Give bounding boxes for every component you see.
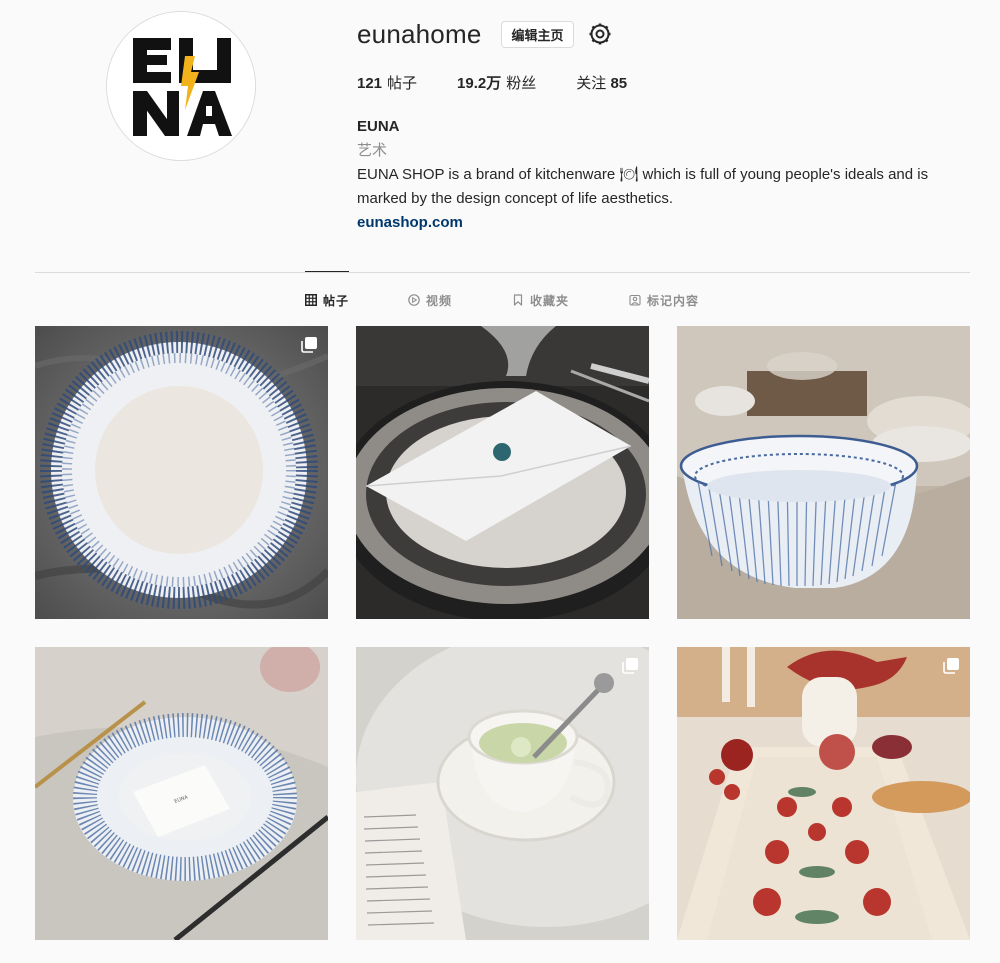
profile-info: eunahome 编辑主页 121 帖子 19.2万 粉丝 关注 85 EUNA… (357, 18, 977, 235)
profile-avatar[interactable] (106, 11, 256, 161)
profile-display-name: EUNA (357, 118, 400, 135)
tab-saved[interactable]: 收藏夹 (512, 292, 569, 308)
tab-tagged[interactable]: 标记内容 (629, 292, 699, 308)
post-tile[interactable]: EUNA (35, 647, 328, 940)
post-tile[interactable] (677, 326, 970, 619)
active-tab-indicator (305, 271, 349, 272)
multiple-posts-icon (943, 658, 959, 674)
bookmark-icon (513, 294, 523, 306)
followers-count[interactable]: 19.2万 粉丝 (457, 72, 536, 93)
post-tile[interactable] (35, 326, 328, 619)
tab-posts-label: 帖子 (323, 293, 350, 308)
post-photo-envelope (356, 326, 649, 619)
post-photo-plate (35, 326, 328, 619)
grid-icon (305, 294, 317, 306)
multiple-posts-icon (301, 337, 317, 353)
profile-bio: EUNA 艺术 EUNA SHOP is a brand of kitchenw… (357, 115, 977, 235)
tabs-divider (35, 272, 970, 273)
play-icon (408, 294, 420, 306)
tab-tagged-label: 标记内容 (647, 293, 700, 308)
posts-count: 121 帖子 (357, 75, 418, 92)
post-tile[interactable] (356, 647, 649, 940)
post-tile[interactable] (677, 647, 970, 940)
tab-saved-label: 收藏夹 (530, 293, 570, 308)
post-photo-bowl (677, 326, 970, 619)
multiple-posts-icon (622, 658, 638, 674)
tag-person-icon (629, 294, 641, 306)
tab-videos[interactable]: 视频 (408, 292, 452, 308)
tab-videos-label: 视频 (426, 293, 453, 308)
post-photo-teacup (356, 647, 649, 940)
post-tile[interactable] (356, 326, 649, 619)
following-count[interactable]: 关注 85 (576, 72, 627, 93)
edit-profile-button[interactable]: 编辑主页 (501, 20, 574, 48)
post-photo-plate-card: EUNA (35, 647, 328, 940)
settings-gear-icon[interactable] (588, 22, 612, 46)
tab-posts[interactable]: 帖子 (305, 292, 349, 308)
euna-logo (107, 12, 255, 160)
profile-category: 艺术 (357, 142, 388, 159)
profile-title-row: eunahome 编辑主页 (357, 18, 977, 50)
profile-username: eunahome (357, 18, 482, 49)
post-photo-table-runner (677, 647, 970, 940)
profile-website-link[interactable]: eunashop.com (357, 214, 463, 231)
profile-bio-text: EUNA SHOP is a brand of kitchenware 🍽 wh… (357, 166, 929, 207)
profile-stats: 121 帖子 19.2万 粉丝 关注 85 (357, 72, 977, 93)
